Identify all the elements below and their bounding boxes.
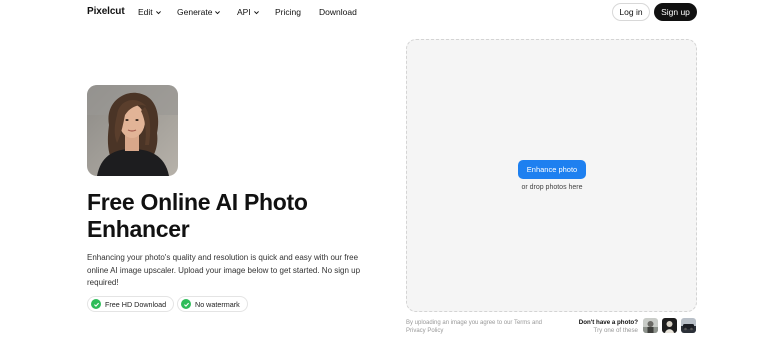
hero-example-photo	[87, 85, 178, 176]
sample-photos-prompt: Don't have a photo? Try one of these	[560, 319, 638, 334]
nav-download-label: Download	[319, 7, 357, 17]
hero-description: Enhancing your photo's quality and resol…	[87, 253, 361, 287]
badge-free-hd: Free HD Download	[87, 296, 175, 312]
badge-no-watermark: No watermark	[177, 296, 248, 312]
badge-label: No watermark	[195, 299, 240, 309]
nav-download[interactable]: Download	[319, 7, 357, 17]
login-button[interactable]: Log in	[612, 3, 650, 21]
nav-api[interactable]: API	[237, 7, 260, 17]
sample-photo-3[interactable]	[681, 318, 696, 333]
legal-and: and	[530, 320, 542, 326]
sample-photo-2[interactable]	[662, 318, 677, 333]
nav-edit-label: Edit	[138, 7, 153, 17]
page-title-line1: Free Online AI Photo	[87, 189, 308, 215]
nav-pricing[interactable]: Pricing	[275, 7, 301, 17]
top-nav: Pixelcut Edit Generate API Pricing Downl…	[0, 0, 776, 26]
logo[interactable]: Pixelcut	[87, 6, 125, 17]
nav-pricing-label: Pricing	[275, 7, 301, 17]
terms-link[interactable]: Terms	[514, 320, 530, 326]
drop-hint: or drop photos here	[521, 184, 583, 191]
nav-edit[interactable]: Edit	[138, 7, 162, 17]
no-photo-subtitle: Try one of these	[593, 326, 638, 334]
woman-portrait-image	[87, 85, 178, 176]
nav-api-label: API	[237, 7, 251, 17]
badge-label: Free HD Download	[105, 299, 167, 309]
page-title-line2: Enhancer	[87, 216, 190, 242]
legal-notice: By uploading an image you agree to our T…	[406, 319, 556, 335]
check-icon	[91, 299, 101, 309]
privacy-link[interactable]: Privacy Policy	[406, 328, 443, 334]
sample-photo-1[interactable]	[643, 318, 658, 333]
enhance-photo-button[interactable]: Enhance photo	[518, 160, 586, 179]
chevron-down-icon	[155, 10, 161, 14]
chevron-down-icon	[253, 10, 259, 14]
legal-prefix: By uploading an image you agree to our	[406, 320, 514, 326]
chevron-down-icon	[215, 10, 221, 14]
check-icon	[181, 299, 191, 309]
nav-generate-label: Generate	[177, 7, 213, 17]
nav-generate[interactable]: Generate	[177, 7, 221, 17]
no-photo-title: Don't have a photo?	[578, 319, 638, 326]
page-title: Free Online AI Photo Enhancer	[87, 189, 387, 243]
signup-button[interactable]: Sign up	[654, 3, 697, 21]
